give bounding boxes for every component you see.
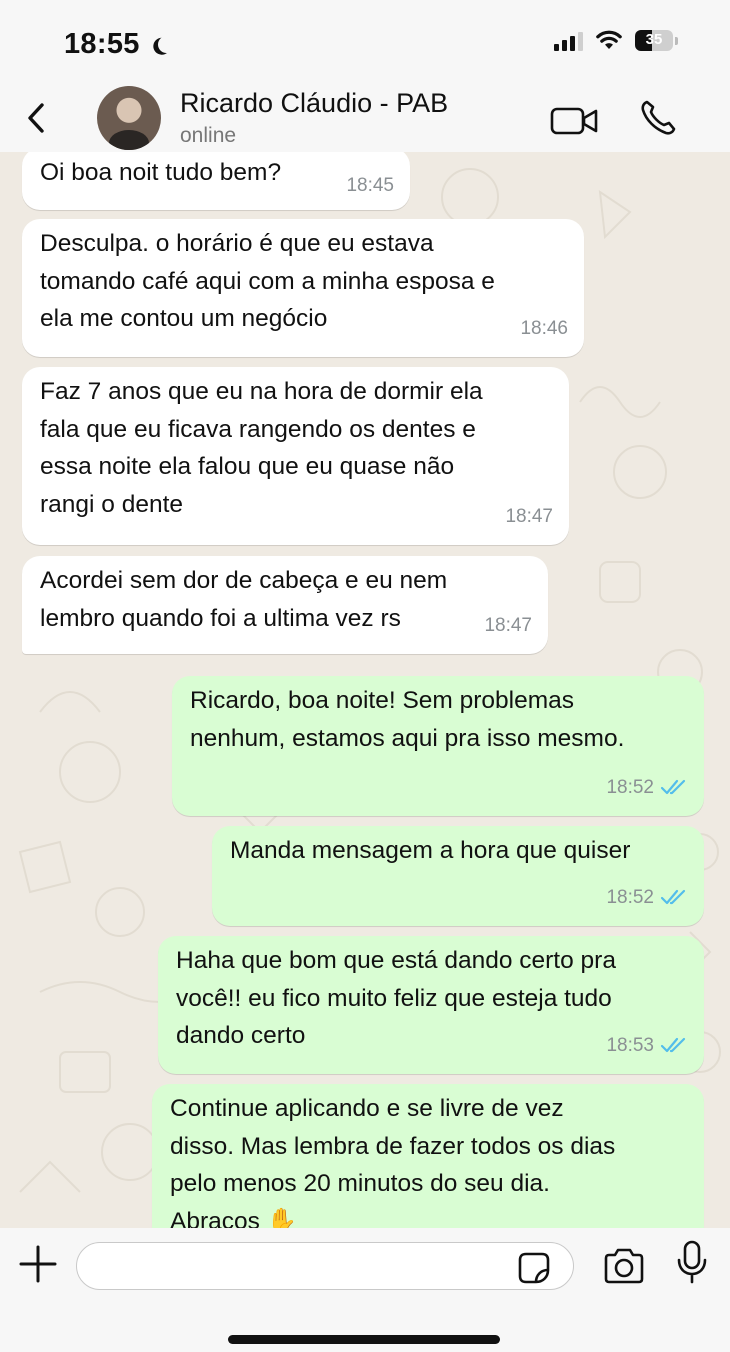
video-call-icon[interactable] xyxy=(550,106,600,136)
read-ticks-icon xyxy=(660,1038,686,1053)
message-time: 18:52 xyxy=(606,776,654,798)
battery-level: 35 xyxy=(645,31,663,48)
message-bubble-incoming[interactable]: Desculpa. o horário é que eu estava toma… xyxy=(22,219,584,357)
read-ticks-icon xyxy=(660,890,686,905)
message-input[interactable] xyxy=(76,1242,574,1290)
message-time: 18:46 xyxy=(520,317,568,339)
message-time: 18:47 xyxy=(484,614,532,636)
message-text: Acordei sem dor de cabeça e eu nem lembr… xyxy=(40,567,448,632)
sticker-icon[interactable] xyxy=(516,1250,552,1286)
input-bar xyxy=(0,1228,730,1352)
read-ticks-icon xyxy=(660,780,686,795)
message-text: Oi boa noit tudo bem? xyxy=(40,159,282,186)
microphone-icon[interactable] xyxy=(676,1240,708,1286)
message-time: 18:47 xyxy=(505,505,553,527)
message-text: Ricardo, boa noite! Sem problemas nenhum… xyxy=(190,687,625,752)
message-bubble-outgoing[interactable]: Ricardo, boa noite! Sem problemas nenhum… xyxy=(172,676,704,816)
contact-status: online xyxy=(180,124,237,147)
wifi-icon xyxy=(596,30,622,49)
chat-header: Ricardo Cláudio - PAB online xyxy=(0,82,730,158)
message-bubble-incoming[interactable]: Faz 7 anos que eu na hora de dormir ela … xyxy=(22,367,569,545)
message-bubble-outgoing[interactable]: Haha que bom que está dando certo pra vo… xyxy=(158,936,704,1074)
message-text: Continue aplicando e se livre de vez dis… xyxy=(170,1095,616,1228)
message-text: Faz 7 anos que eu na hora de dormir ela … xyxy=(40,378,483,518)
back-chevron-icon[interactable] xyxy=(22,96,52,140)
message-text: Manda mensagem a hora que quiser xyxy=(230,837,631,864)
plus-icon[interactable] xyxy=(18,1244,58,1284)
message-text: Desculpa. o horário é que eu estava toma… xyxy=(40,230,495,332)
message-time: 18:45 xyxy=(346,174,394,196)
clock-label: 18:55 xyxy=(64,28,140,60)
message-time: 18:52 xyxy=(606,886,654,908)
chat-area[interactable]: Oi boa noit tudo bem? 18:45 Desculpa. o … xyxy=(0,152,730,1228)
message-time: 18:53 xyxy=(606,1034,654,1056)
signal-icon xyxy=(554,31,583,51)
message-bubble-incoming[interactable]: Acordei sem dor de cabeça e eu nem lembr… xyxy=(22,556,548,654)
camera-icon[interactable] xyxy=(602,1246,646,1286)
phone-icon[interactable] xyxy=(638,98,678,138)
message-bubble-outgoing[interactable]: Continue aplicando e se livre de vez dis… xyxy=(152,1084,704,1228)
message-bubble-outgoing[interactable]: Manda mensagem a hora que quiser 18:52 xyxy=(212,826,704,926)
status-bar: 18:55 35 xyxy=(0,0,730,82)
status-icons: 35 xyxy=(554,30,678,51)
battery-tip xyxy=(675,36,678,45)
battery-icon: 35 xyxy=(635,30,673,51)
contact-name[interactable]: Ricardo Cláudio - PAB xyxy=(180,88,448,119)
home-indicator[interactable] xyxy=(228,1335,500,1344)
message-bubble-incoming[interactable]: Oi boa noit tudo bem? 18:45 xyxy=(22,152,410,210)
status-time: 18:55 xyxy=(64,28,169,61)
moon-icon xyxy=(155,34,177,56)
avatar[interactable] xyxy=(97,86,161,150)
